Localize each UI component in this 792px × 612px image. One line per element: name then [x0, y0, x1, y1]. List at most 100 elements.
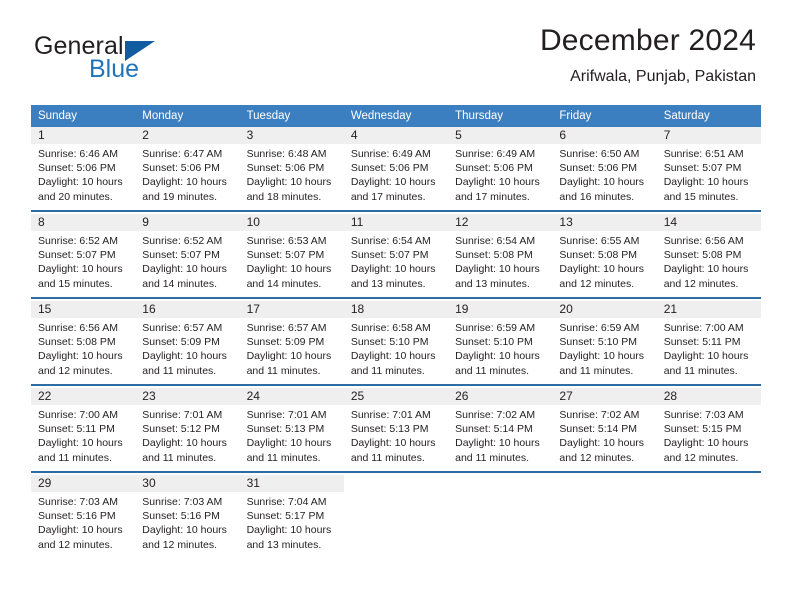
day-details: Sunrise: 6:54 AM Sunset: 5:07 PM Daylight:…: [344, 231, 448, 291]
calendar-day-cell[interactable]: 1 Sunrise: 6:46 AM Sunset: 5:06 PM Daylight…: [31, 127, 136, 211]
day-details: Sunrise: 7:02 AM Sunset: 5:14 PM Daylight:…: [448, 405, 552, 465]
calendar-day-cell[interactable]: 11 Sunrise: 6:54 AM Sunset: 5:07 PM Dayligh…: [343, 214, 449, 298]
calendar-day-cell[interactable]: 6 Sunrise: 6:50 AM Sunset: 5:06 PM Daylight…: [552, 127, 657, 211]
general-blue-logo[interactable]: General Blue: [34, 32, 214, 88]
day-cell-inner[interactable]: 10 Sunrise: 6:53 AM Sunset: 5:07 PM Dayligh…: [239, 214, 344, 297]
calendar-day-cell[interactable]: 19 Sunrise: 6:59 AM Sunset: 5:10 PM Dayligh…: [448, 301, 553, 385]
day-cell-inner[interactable]: 21 Sunrise: 7:00 AM Sunset: 5:11 PM Dayligh…: [656, 301, 761, 384]
daylight-text-line1: Daylight: 10 hours: [350, 263, 436, 276]
day-number: 28: [656, 388, 761, 405]
daylight-text-line2: and 12 minutes.: [142, 538, 217, 551]
sunset-text: Sunset: 5:07 PM: [246, 249, 325, 262]
sunset-text: Sunset: 5:15 PM: [663, 423, 742, 436]
calendar-day-cell[interactable]: 3 Sunrise: 6:48 AM Sunset: 5:06 PM Daylight…: [239, 127, 344, 211]
day-cell-inner[interactable]: 31 Sunrise: 7:04 AM Sunset: 5:17 PM Dayligh…: [239, 475, 344, 558]
calendar-day-cell[interactable]: 9 Sunrise: 6:52 AM Sunset: 5:07 PM Daylight…: [135, 214, 240, 298]
day-cell-inner[interactable]: 27 Sunrise: 7:02 AM Sunset: 5:14 PM Dayligh…: [552, 388, 657, 471]
calendar-day-cell[interactable]: 14 Sunrise: 6:56 AM Sunset: 5:08 PM Dayligh…: [656, 214, 761, 298]
day-cell-inner[interactable]: 6 Sunrise: 6:50 AM Sunset: 5:06 PM Daylight…: [552, 127, 657, 210]
daylight-text-line1: Daylight: 10 hours: [663, 263, 749, 276]
daylight-text-line1: Daylight: 10 hours: [559, 350, 645, 363]
calendar-day-cell[interactable]: 8 Sunrise: 6:52 AM Sunset: 5:07 PM Daylight…: [31, 214, 136, 298]
weekday-header-sunday: Sunday: [31, 105, 136, 127]
day-number: [448, 475, 552, 492]
daylight-text-line2: and 12 minutes.: [38, 364, 113, 377]
day-cell-inner[interactable]: 28 Sunrise: 7:03 AM Sunset: 5:15 PM Dayligh…: [656, 388, 761, 471]
day-cell-inner[interactable]: 4 Sunrise: 6:49 AM Sunset: 5:06 PM Daylight…: [343, 127, 449, 210]
day-cell-inner[interactable]: 24 Sunrise: 7:01 AM Sunset: 5:13 PM Dayligh…: [239, 388, 344, 471]
calendar-day-cell[interactable]: 30 Sunrise: 7:03 AM Sunset: 5:16 PM Dayligh…: [135, 475, 240, 558]
page-header: General Blue December 2024 Arifwala, Pun…: [0, 24, 792, 96]
calendar-header-row: Sunday Monday Tuesday Wednesday Thursday…: [31, 105, 761, 127]
calendar-day-cell[interactable]: 31 Sunrise: 7:04 AM Sunset: 5:17 PM Dayligh…: [239, 475, 344, 558]
sunset-text: Sunset: 5:06 PM: [559, 162, 638, 175]
day-cell-inner[interactable]: 29 Sunrise: 7:03 AM Sunset: 5:16 PM Dayligh…: [31, 475, 136, 558]
day-cell-inner[interactable]: 11 Sunrise: 6:54 AM Sunset: 5:07 PM Dayligh…: [343, 214, 449, 297]
calendar-day-cell[interactable]: 13 Sunrise: 6:55 AM Sunset: 5:08 PM Dayligh…: [552, 214, 657, 298]
calendar-day-cell[interactable]: 16 Sunrise: 6:57 AM Sunset: 5:09 PM Dayligh…: [135, 301, 240, 385]
calendar-day-cell[interactable]: 29 Sunrise: 7:03 AM Sunset: 5:16 PM Dayligh…: [31, 475, 136, 558]
day-number: [552, 475, 656, 492]
day-details: [552, 492, 656, 495]
day-cell-inner[interactable]: 25 Sunrise: 7:01 AM Sunset: 5:13 PM Dayligh…: [343, 388, 449, 471]
sunrise-text: Sunrise: 7:01 AM: [350, 409, 431, 421]
calendar-day-cell[interactable]: 20 Sunrise: 6:59 AM Sunset: 5:10 PM Dayligh…: [552, 301, 657, 385]
day-number: 1: [31, 127, 136, 144]
day-cell-inner[interactable]: 17 Sunrise: 6:57 AM Sunset: 5:09 PM Dayligh…: [239, 301, 344, 384]
calendar-day-cell[interactable]: 27 Sunrise: 7:02 AM Sunset: 5:14 PM Dayligh…: [552, 388, 657, 472]
day-number: 2: [135, 127, 240, 144]
sunrise-text: Sunrise: 6:53 AM: [246, 235, 327, 247]
daylight-text-line1: Daylight: 10 hours: [38, 176, 123, 189]
sunset-text: Sunset: 5:07 PM: [38, 249, 116, 262]
day-cell-inner[interactable]: 19 Sunrise: 6:59 AM Sunset: 5:10 PM Dayligh…: [448, 301, 553, 384]
page-location: Arifwala, Punjab, Pakistan: [570, 68, 756, 85]
day-cell-inner[interactable]: 1 Sunrise: 6:46 AM Sunset: 5:06 PM Daylight…: [31, 127, 136, 210]
calendar-day-cell[interactable]: 23 Sunrise: 7:01 AM Sunset: 5:12 PM Dayligh…: [135, 388, 240, 472]
day-cell-inner[interactable]: 3 Sunrise: 6:48 AM Sunset: 5:06 PM Daylight…: [239, 127, 344, 210]
calendar-day-cell[interactable]: 24 Sunrise: 7:01 AM Sunset: 5:13 PM Dayligh…: [239, 388, 344, 472]
calendar-day-cell[interactable]: 25 Sunrise: 7:01 AM Sunset: 5:13 PM Dayligh…: [343, 388, 449, 472]
day-cell-inner[interactable]: 23 Sunrise: 7:01 AM Sunset: 5:12 PM Dayligh…: [135, 388, 240, 471]
calendar-day-cell[interactable]: 10 Sunrise: 6:53 AM Sunset: 5:07 PM Dayligh…: [239, 214, 344, 298]
calendar-day-cell[interactable]: 21 Sunrise: 7:00 AM Sunset: 5:11 PM Dayligh…: [656, 301, 761, 385]
day-details: Sunrise: 7:03 AM Sunset: 5:16 PM Daylight:…: [135, 492, 239, 552]
day-cell-inner[interactable]: 26 Sunrise: 7:02 AM Sunset: 5:14 PM Dayligh…: [448, 388, 553, 471]
day-cell-inner[interactable]: 22 Sunrise: 7:00 AM Sunset: 5:11 PM Dayligh…: [31, 388, 136, 471]
day-cell-inner[interactable]: 13 Sunrise: 6:55 AM Sunset: 5:08 PM Dayligh…: [552, 214, 657, 297]
calendar-day-cell[interactable]: 28 Sunrise: 7:03 AM Sunset: 5:15 PM Dayligh…: [656, 388, 761, 472]
calendar-day-cell[interactable]: 26 Sunrise: 7:02 AM Sunset: 5:14 PM Dayligh…: [448, 388, 553, 472]
calendar-day-cell[interactable]: 7 Sunrise: 6:51 AM Sunset: 5:07 PM Daylight…: [656, 127, 761, 211]
day-number: 31: [239, 475, 344, 492]
calendar-day-cell[interactable]: 22 Sunrise: 7:00 AM Sunset: 5:11 PM Dayligh…: [31, 388, 136, 472]
day-cell-inner[interactable]: 16 Sunrise: 6:57 AM Sunset: 5:09 PM Dayligh…: [135, 301, 240, 384]
day-cell-inner[interactable]: 5 Sunrise: 6:49 AM Sunset: 5:06 PM Daylight…: [448, 127, 553, 210]
calendar-day-cell[interactable]: 18 Sunrise: 6:58 AM Sunset: 5:10 PM Dayligh…: [343, 301, 449, 385]
daylight-text-line2: and 12 minutes.: [663, 277, 739, 290]
day-details: Sunrise: 7:01 AM Sunset: 5:12 PM Daylight:…: [135, 405, 239, 465]
sunrise-text: Sunrise: 6:49 AM: [350, 148, 431, 160]
calendar-day-cell[interactable]: 4 Sunrise: 6:49 AM Sunset: 5:06 PM Daylight…: [343, 127, 449, 211]
day-cell-inner[interactable]: 8 Sunrise: 6:52 AM Sunset: 5:07 PM Daylight…: [31, 214, 136, 297]
sunset-text: Sunset: 5:06 PM: [142, 162, 220, 175]
calendar-day-cell[interactable]: 5 Sunrise: 6:49 AM Sunset: 5:06 PM Daylight…: [448, 127, 553, 211]
sunset-text: Sunset: 5:13 PM: [246, 423, 325, 436]
day-cell-inner[interactable]: 30 Sunrise: 7:03 AM Sunset: 5:16 PM Dayligh…: [135, 475, 240, 558]
day-cell-inner[interactable]: 12 Sunrise: 6:54 AM Sunset: 5:08 PM Dayligh…: [448, 214, 553, 297]
calendar-day-cell[interactable]: 12 Sunrise: 6:54 AM Sunset: 5:08 PM Dayligh…: [448, 214, 553, 298]
sunset-text: Sunset: 5:16 PM: [142, 510, 220, 523]
calendar-day-cell[interactable]: 17 Sunrise: 6:57 AM Sunset: 5:09 PM Dayligh…: [239, 301, 344, 385]
daylight-text-line1: Daylight: 10 hours: [559, 437, 645, 450]
day-details: Sunrise: 7:01 AM Sunset: 5:13 PM Daylight:…: [344, 405, 448, 465]
calendar-day-cell[interactable]: 15 Sunrise: 6:56 AM Sunset: 5:08 PM Dayligh…: [31, 301, 136, 385]
day-cell-inner[interactable]: 7 Sunrise: 6:51 AM Sunset: 5:07 PM Daylight…: [656, 127, 761, 210]
calendar-day-cell[interactable]: 2 Sunrise: 6:47 AM Sunset: 5:06 PM Daylight…: [135, 127, 240, 211]
day-cell-inner[interactable]: 9 Sunrise: 6:52 AM Sunset: 5:07 PM Daylight…: [135, 214, 240, 297]
day-cell-inner[interactable]: 20 Sunrise: 6:59 AM Sunset: 5:10 PM Dayligh…: [552, 301, 657, 384]
daylight-text-line2: and 13 minutes.: [350, 277, 426, 290]
day-cell-inner[interactable]: 18 Sunrise: 6:58 AM Sunset: 5:10 PM Dayligh…: [343, 301, 449, 384]
day-cell-inner[interactable]: 2 Sunrise: 6:47 AM Sunset: 5:06 PM Daylight…: [135, 127, 240, 210]
day-details: [448, 492, 552, 495]
calendar-day-cell: [552, 475, 656, 558]
day-cell-inner[interactable]: 14 Sunrise: 6:56 AM Sunset: 5:08 PM Dayligh…: [656, 214, 761, 297]
day-cell-inner[interactable]: 15 Sunrise: 6:56 AM Sunset: 5:08 PM Dayligh…: [31, 301, 136, 384]
